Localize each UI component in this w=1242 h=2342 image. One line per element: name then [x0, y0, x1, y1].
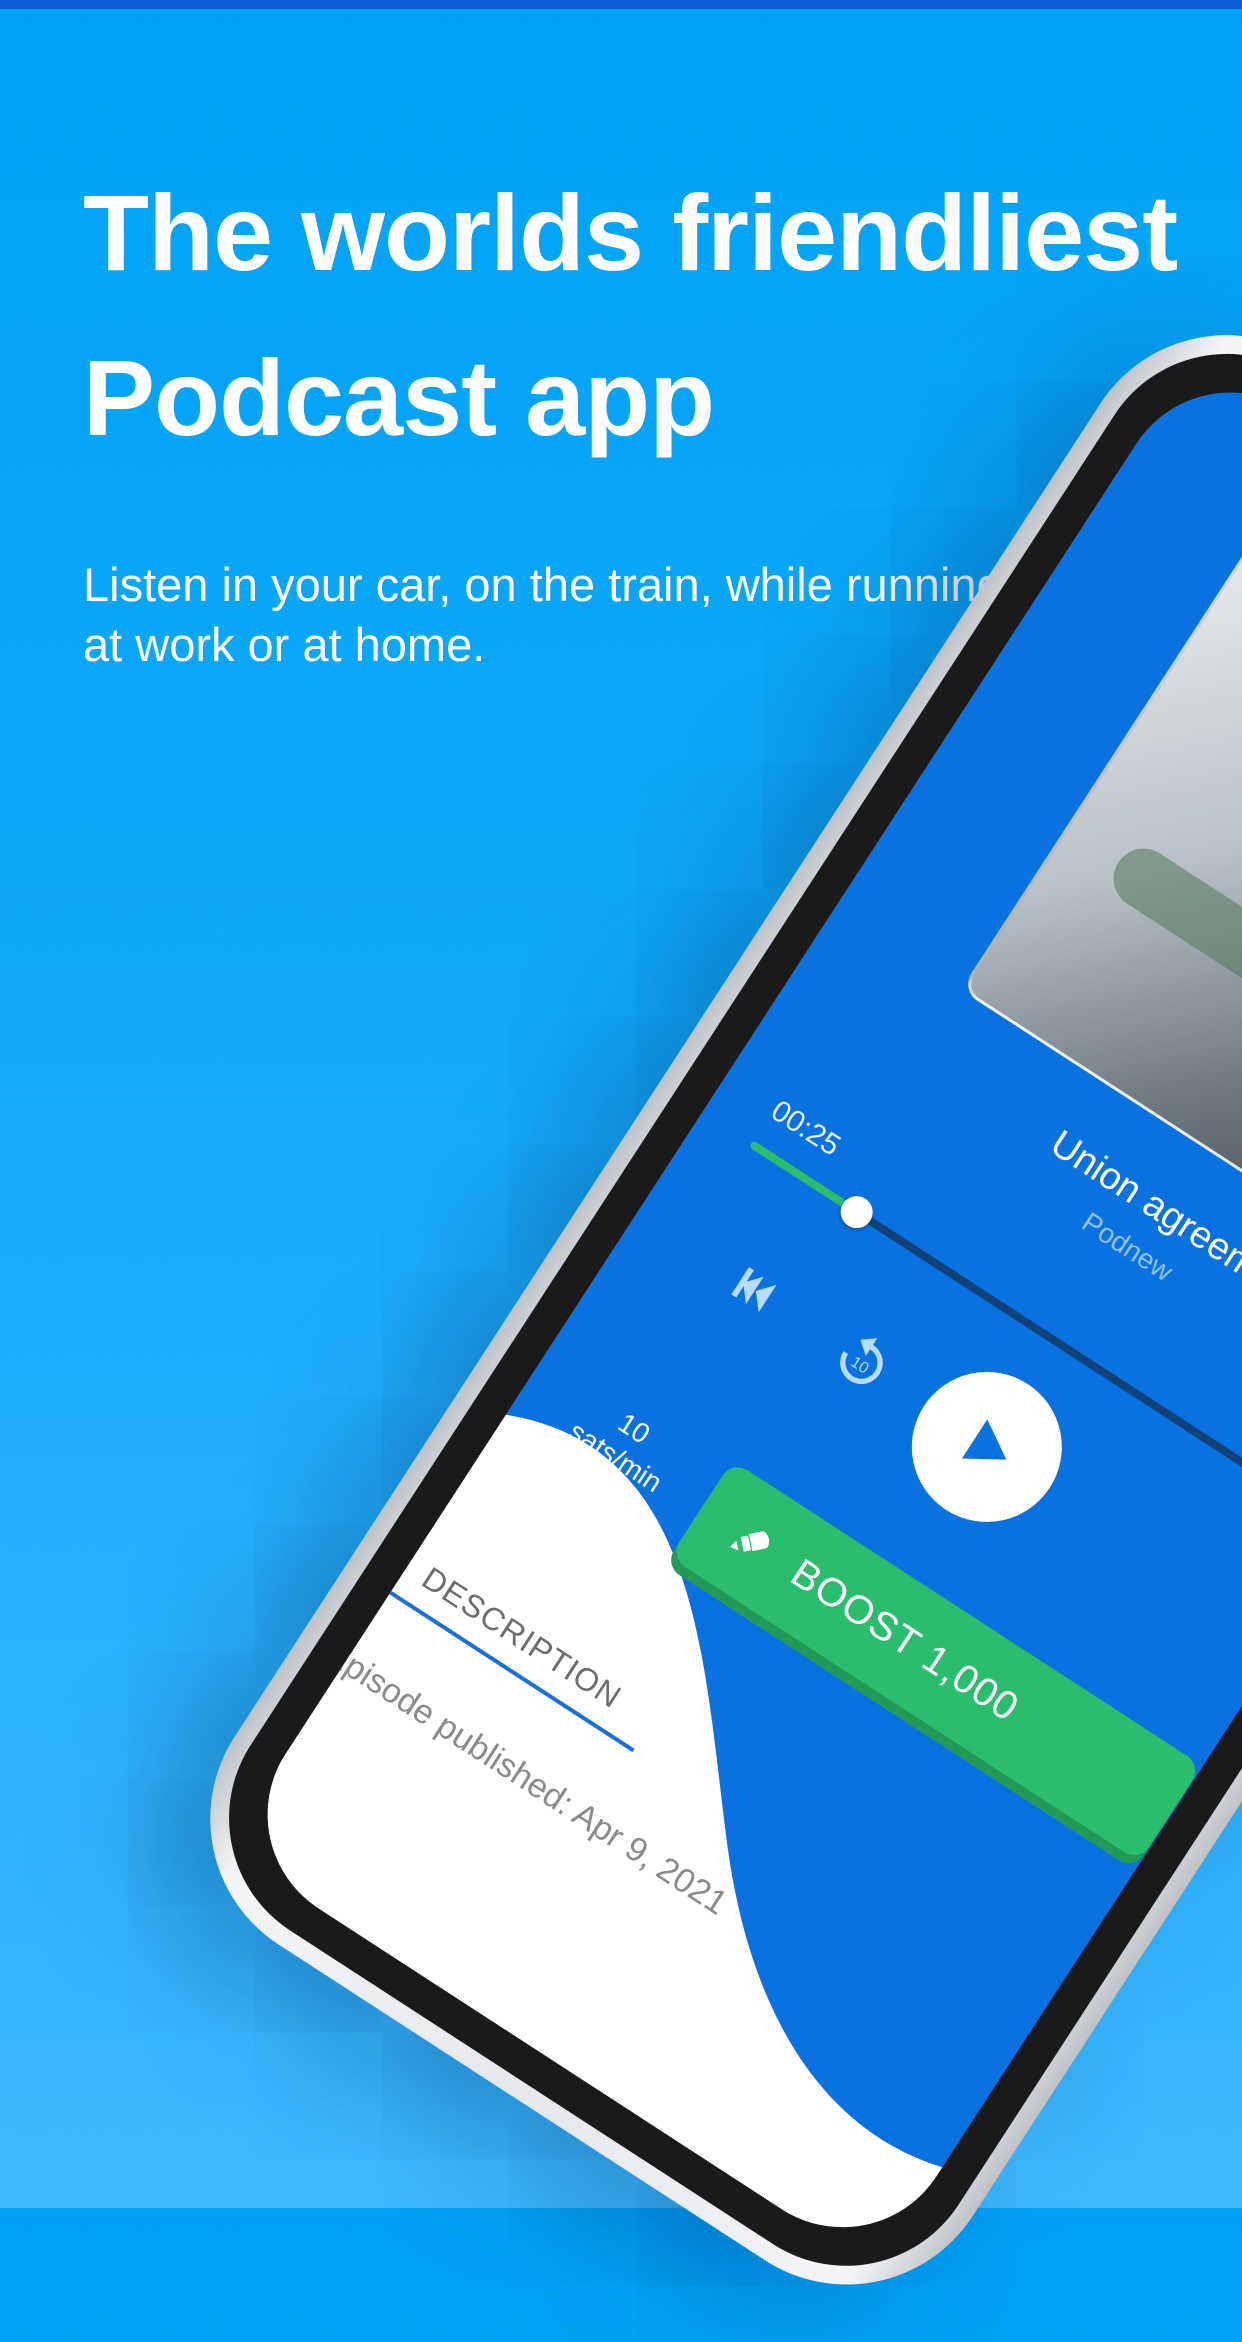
rewind-10-icon: 10: [840, 1338, 883, 1385]
top-accent-bar: [0, 0, 1242, 9]
headline: The worlds friendliest Podcast app: [83, 150, 1203, 480]
subtitle-line-2: at work or at home.: [83, 618, 486, 671]
skip-previous-icon: [731, 1267, 777, 1313]
headline-line-1: The worlds friendliest: [83, 172, 1178, 293]
time-current: 00:25: [765, 1094, 847, 1163]
subtitle-line-1: Listen in your car, on the train, while …: [83, 558, 1016, 611]
svg-text:10: 10: [847, 1354, 871, 1378]
headline-line-2: Podcast app: [83, 337, 715, 458]
rewind-10-button[interactable]: 10: [814, 1312, 911, 1409]
play-icon: [961, 1419, 1007, 1460]
skip-previous-button[interactable]: [712, 1248, 795, 1331]
play-button[interactable]: [883, 1343, 1091, 1551]
rocket-icon: [730, 1530, 770, 1552]
